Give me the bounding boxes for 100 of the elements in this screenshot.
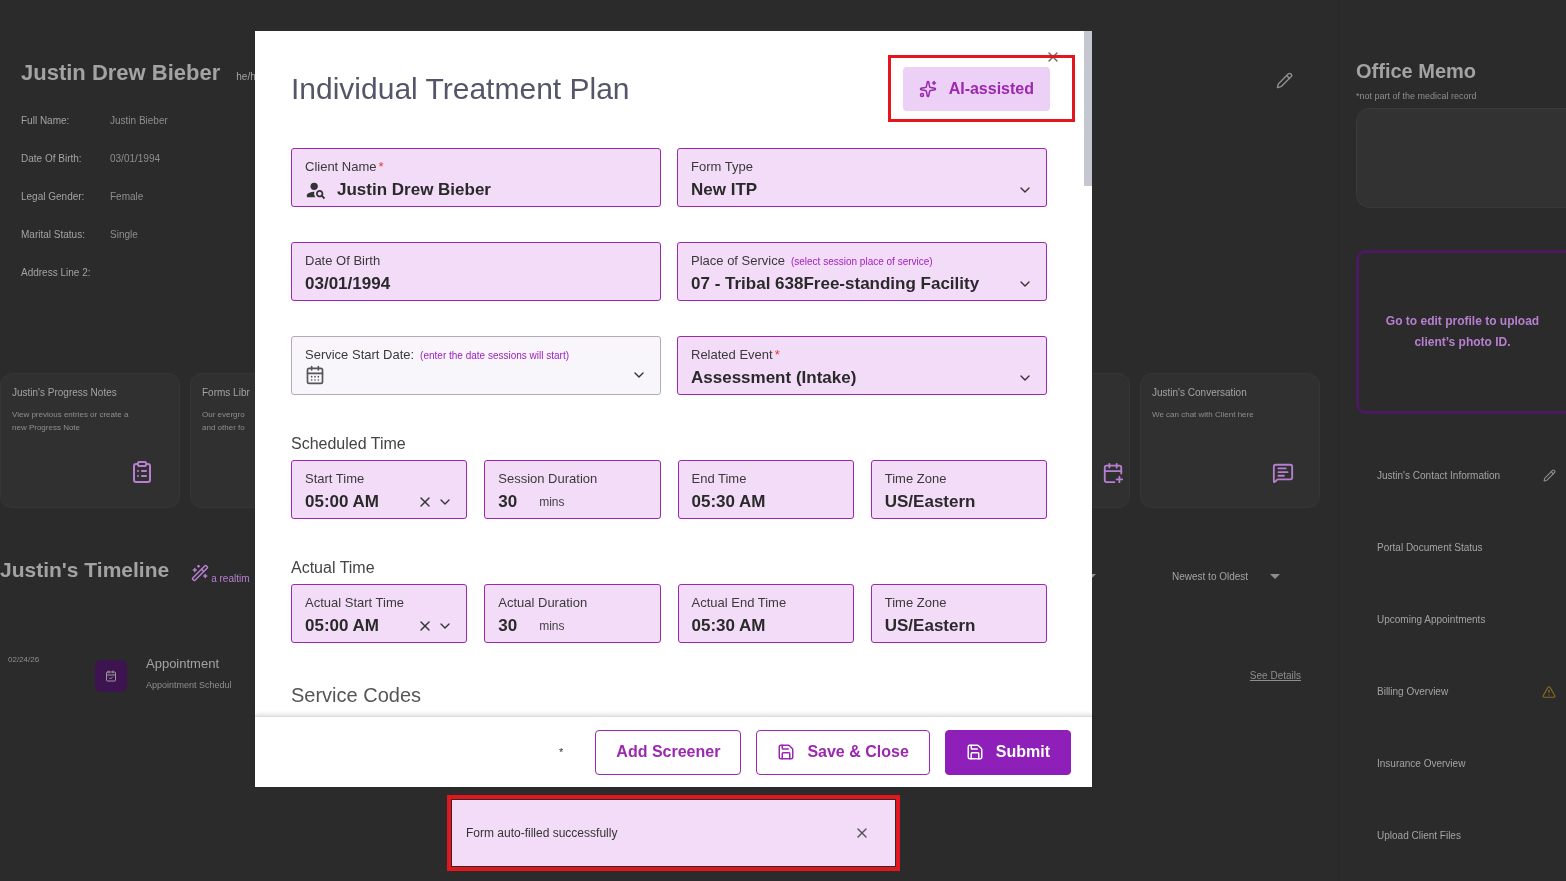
- warning-icon: [1542, 684, 1556, 699]
- detail-label: Date Of Birth:: [21, 151, 83, 166]
- card-description: Our evergro: [202, 409, 246, 421]
- field-label: Client Name*: [305, 158, 384, 176]
- scrollbar-thumb[interactable]: [1084, 31, 1092, 186]
- footer-button[interactable]: Submit: [944, 729, 1071, 775]
- field-value: Assessment (Intake): [691, 367, 857, 389]
- memo-title: Office Memo: [1356, 59, 1478, 84]
- field-label: Form Type: [691, 158, 753, 176]
- form-field[interactable]: Client Name* Justin Drew Bieber: [291, 148, 661, 207]
- form-field[interactable]: Form Type New ITP: [677, 148, 1047, 207]
- toast-message: Form auto-filled successfully: [466, 825, 618, 842]
- form-field[interactable]: Time Zone US/Eastern: [870, 584, 1047, 643]
- memo-note: *not part of the medical record: [1356, 90, 1478, 103]
- detail-label: Marital Status:: [21, 227, 86, 242]
- field-value: US/Eastern: [884, 615, 976, 637]
- field-label: End Time: [691, 470, 747, 488]
- form-field[interactable]: Place of Service (select session place of service) 07 - Tribal 638Free-standing Facility: [677, 242, 1047, 301]
- unit-label: mins: [539, 617, 565, 635]
- see-details-link[interactable]: See Details: [1249, 667, 1301, 683]
- form-field[interactable]: End Time 05:30 AM: [677, 460, 854, 519]
- form-field[interactable]: Session Duration 30 mins: [484, 460, 661, 519]
- card-title: Justin's Conversation: [1152, 386, 1248, 400]
- field-value: 05:30 AM: [691, 615, 766, 637]
- field-label: Service Start Date:: [305, 346, 415, 364]
- form-field[interactable]: Date Of Birth 03/01/1994: [291, 242, 661, 301]
- field-label: Place of Service: [691, 252, 785, 270]
- field-label: Date Of Birth: [305, 252, 381, 270]
- form-field[interactable]: Actual Start Time 05:00 AM: [291, 584, 468, 643]
- detail-value: Single: [110, 227, 138, 242]
- form-field[interactable]: Actual End Time 05:30 AM: [677, 584, 854, 643]
- pronoun: he/h: [236, 70, 256, 84]
- card-description: View previous entries or create a: [12, 409, 130, 421]
- clipboard-icon: [130, 460, 154, 484]
- timeline-date: 02/24/26: [8, 653, 41, 666]
- field-hint: (enter the date sessions will start): [420, 349, 570, 363]
- field-value: New ITP: [691, 179, 758, 201]
- photo-prompt: Go to edit profile to upload client’s photo ID.: [1384, 312, 1541, 351]
- calendar-plus-icon: [1102, 462, 1124, 484]
- dialog-title: Individual Treatment Plan: [291, 71, 630, 107]
- section-title: Scheduled Time: [291, 434, 407, 454]
- footer-button[interactable]: Add Screener: [595, 729, 742, 775]
- detail-label: Legal Gender:: [21, 189, 86, 204]
- detail-value: Female: [110, 189, 144, 204]
- edit-icon[interactable]: [1276, 72, 1293, 89]
- feature-card[interactable]: Justin's Conversation We can chat with Client here: [1140, 373, 1320, 508]
- sort-dropdown[interactable]: Newest to Oldest: [1148, 568, 1298, 584]
- footer-button[interactable]: Save & Close: [756, 729, 930, 775]
- field-label: Start Time: [305, 470, 365, 488]
- sidebar-item[interactable]: Justin's Contact Information: [1377, 468, 1501, 483]
- client-name: Justin Drew Bieber: [21, 59, 221, 87]
- unit-label: mins: [539, 493, 565, 511]
- sidebar-item[interactable]: Billing Overview: [1377, 684, 1449, 699]
- caret-icon: [1270, 573, 1281, 579]
- form-field[interactable]: Actual Duration 30 mins: [484, 584, 661, 643]
- sidebar-item[interactable]: Upcoming Appointments: [1377, 612, 1486, 627]
- field-value: 07 - Tribal 638Free-standing Facility: [691, 273, 980, 295]
- required-mark: *: [774, 347, 780, 362]
- event-subtitle: Appointment Schedul: [146, 679, 232, 692]
- timeline-subtitle: a realtim: [211, 571, 250, 586]
- card-description: and other fo: [202, 422, 246, 434]
- field-value: 30: [498, 491, 518, 513]
- magic-wand-icon[interactable]: [191, 563, 210, 582]
- required-mark: *: [378, 159, 384, 174]
- chat-icon: [1272, 462, 1294, 484]
- timeline-title: Justin's Timeline: [0, 557, 170, 583]
- section-title: Actual Time: [291, 558, 376, 578]
- photo-id-panel[interactable]: Go to edit profile to upload client’s photo ID.: [1356, 249, 1566, 414]
- field-label: Actual Duration: [498, 594, 588, 612]
- field-value: 05:00 AM: [305, 615, 379, 637]
- field-value: US/Eastern: [884, 491, 976, 513]
- calendar-icon[interactable]: [305, 365, 325, 385]
- form-field[interactable]: Related Event* Assessment (Intake): [677, 336, 1047, 395]
- field-value: 03/01/1994: [305, 273, 391, 295]
- sidebar-item[interactable]: Insurance Overview: [1377, 756, 1466, 771]
- detail-label: Full Name:: [21, 113, 71, 128]
- field-value: 30: [498, 615, 518, 637]
- ai-assisted-button[interactable]: AI-assisted: [902, 67, 1050, 111]
- field-label: Actual End Time: [691, 594, 787, 612]
- section-title: Service Codes: [291, 683, 423, 707]
- detail-label: Address Line 2:: [21, 265, 92, 280]
- field-label: Time Zone: [884, 594, 947, 612]
- event-title: Appointment: [146, 654, 220, 673]
- form-field[interactable]: Time Zone US/Eastern: [870, 460, 1047, 519]
- card-title: Forms Libr: [202, 386, 251, 400]
- card-description: new Progress Note: [12, 422, 82, 434]
- card-description: We can chat with Client here: [1152, 409, 1255, 421]
- edit-icon[interactable]: [1543, 469, 1556, 482]
- form-field[interactable]: Start Time 05:00 AM: [291, 460, 468, 519]
- detail-value: 03/01/1994: [110, 151, 161, 166]
- field-label: Related Event*: [691, 346, 780, 364]
- sidebar-item[interactable]: Portal Document Status: [1377, 540, 1483, 555]
- sparkle-icon: [918, 80, 937, 98]
- form-field[interactable]: Service Start Date: (enter the date sessions will start): [291, 336, 661, 395]
- feature-card[interactable]: Justin's Progress Notes View previous entries or create a new Progress Note: [0, 373, 180, 508]
- sidebar-item[interactable]: Upload Client Files: [1377, 828, 1461, 843]
- card-title: Justin's Progress Notes: [12, 386, 118, 400]
- field-value: 05:30 AM: [691, 491, 766, 513]
- required-note: *: [559, 744, 564, 760]
- field-label: Session Duration: [498, 470, 598, 488]
